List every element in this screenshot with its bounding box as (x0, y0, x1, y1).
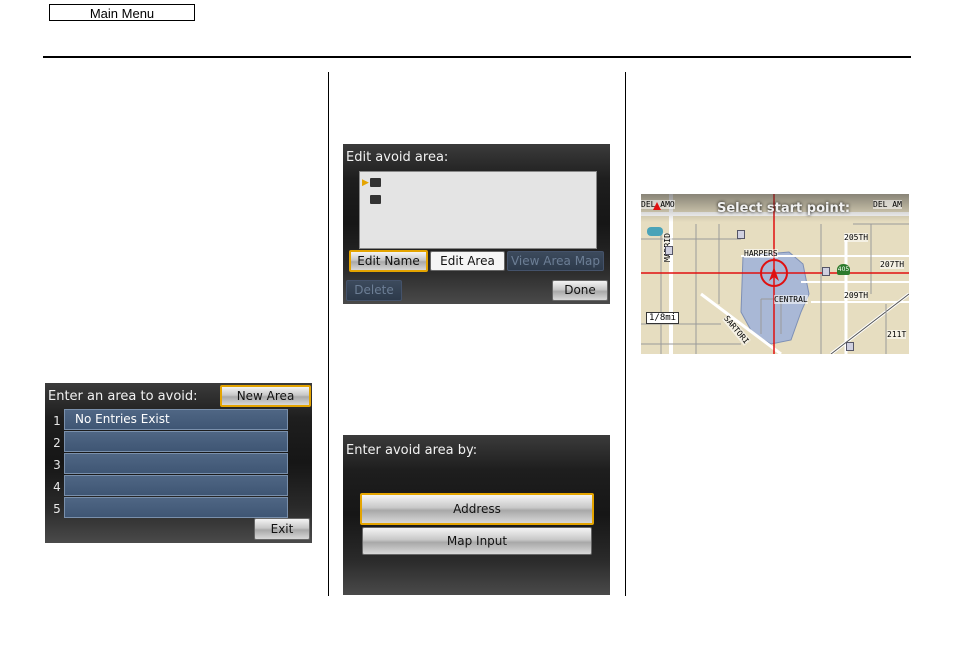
map-screen[interactable]: Select start point: DEL AMO DEL AM HARPE… (641, 194, 909, 354)
name-icon (370, 178, 381, 187)
done-button[interactable]: Done (552, 280, 608, 301)
column-divider-right (625, 72, 626, 596)
map-title: Select start point: (717, 201, 851, 216)
row-number: 1 (53, 414, 61, 428)
delete-button: Delete (346, 280, 402, 301)
map-scale: 1/8mi (646, 312, 680, 324)
column-divider-left (328, 72, 329, 596)
poi-icon (822, 267, 830, 276)
road-label-del-amo: DEL AM (873, 200, 902, 209)
gas-station-icon (647, 227, 663, 236)
road-label-205th: 205TH (844, 233, 869, 242)
view-area-map-button: View Area Map (507, 251, 604, 271)
new-area-button[interactable]: New Area (220, 385, 311, 407)
row-number: 5 (53, 502, 61, 516)
enter-avoid-area-by-screen: Enter avoid area by: Address Map Input (343, 435, 610, 595)
list-item[interactable] (64, 431, 288, 452)
road-label-central: CENTRAL (774, 295, 808, 304)
screen-title: Enter an area to avoid: (48, 389, 198, 404)
poi-icon (737, 230, 745, 239)
edit-area-button[interactable]: Edit Area (430, 251, 505, 271)
road-label-209th: 209TH (844, 291, 869, 300)
screen-title: Enter avoid area by: (346, 443, 478, 458)
poi-icon (665, 246, 673, 255)
edit-avoid-area-screen: Edit avoid area: ▶ Edit Name Edit Area V… (343, 144, 610, 304)
avoid-area-list-screen: Enter an area to avoid: New Area 1 No En… (45, 383, 312, 543)
row-number: 4 (53, 480, 61, 494)
poi-icon (846, 342, 854, 351)
top-rule (43, 56, 911, 58)
list-item[interactable] (64, 497, 288, 518)
exit-button[interactable]: Exit (254, 518, 310, 540)
selection-pointer-icon: ▶ (362, 178, 369, 188)
north-indicator-icon (653, 202, 661, 210)
row-number: 2 (53, 436, 61, 450)
map-input-button[interactable]: Map Input (362, 527, 592, 555)
road-label-207th: 207TH (880, 260, 905, 269)
area-icon (370, 195, 381, 204)
screen-title: Edit avoid area: (346, 150, 449, 165)
road-label-harpers: HARPERS (744, 249, 778, 258)
row-number: 3 (53, 458, 61, 472)
main-menu-button[interactable]: Main Menu (49, 4, 195, 21)
road-label-211th: 211T (887, 330, 907, 339)
freeway-shield-icon: 405 (837, 264, 850, 275)
list-item[interactable]: No Entries Exist (64, 409, 288, 430)
address-button[interactable]: Address (360, 493, 594, 525)
list-item[interactable] (64, 475, 288, 496)
detail-panel: ▶ (359, 171, 597, 249)
edit-name-button[interactable]: Edit Name (349, 250, 428, 272)
list-item[interactable] (64, 453, 288, 474)
